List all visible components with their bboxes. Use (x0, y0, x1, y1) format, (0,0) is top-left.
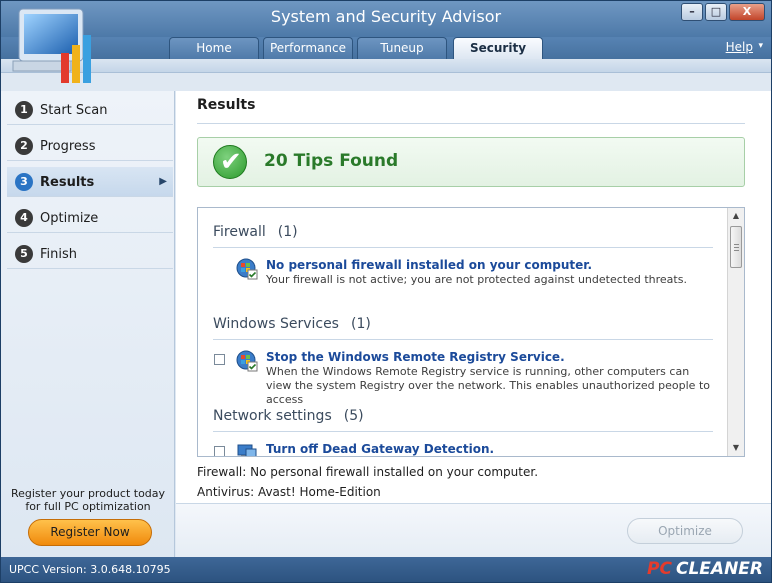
success-check-icon: ✔ (213, 145, 247, 179)
tips-list[interactable]: Firewall (1) No personal firewall install… (197, 207, 745, 457)
action-bar: Optimize (176, 503, 771, 557)
step-number-badge: 1 (15, 101, 33, 119)
app-window: System and Security Advisor – □ X Home P… (0, 0, 772, 583)
step-label: Finish (40, 247, 78, 262)
divider (213, 431, 713, 432)
tip-description: Your firewall is not active; you are not… (266, 273, 687, 286)
windows-security-icon (236, 258, 258, 280)
header-band (1, 59, 771, 73)
step-results[interactable]: 3 Results ▶ (7, 167, 173, 197)
step-label: Progress (40, 139, 96, 154)
step-label: Optimize (40, 211, 99, 226)
tab-performance[interactable]: Performance (263, 37, 353, 59)
group-header-network-settings: Network settings (5) (213, 408, 364, 424)
step-number-badge: 2 (15, 137, 33, 155)
step-start-scan[interactable]: 1 Start Scan (7, 95, 173, 125)
tip-checkbox[interactable] (214, 354, 225, 365)
step-optimize[interactable]: 4 Optimize (7, 203, 173, 233)
divider (213, 247, 713, 248)
group-count: (5) (343, 408, 364, 424)
group-title: Network settings (213, 408, 332, 424)
maximize-button[interactable]: □ (705, 3, 727, 21)
step-label: Start Scan (40, 103, 108, 118)
step-progress[interactable]: 2 Progress (7, 131, 173, 161)
page-title: Results (197, 97, 256, 113)
chevron-down-icon[interactable]: ▾ (758, 41, 763, 51)
wizard-steps-panel: 1 Start Scan 2 Progress 3 Results ▶ 4 Op… (1, 91, 175, 557)
group-title: Firewall (213, 224, 266, 240)
window-title: System and Security Advisor (270, 7, 502, 26)
step-number-badge: 4 (15, 209, 33, 227)
divider (197, 123, 745, 124)
tip-description: When the Windows Remote Registry service… (266, 365, 710, 406)
step-number-badge: 5 (15, 245, 33, 263)
step-label: Results (40, 175, 95, 190)
step-number-badge: 3 (15, 173, 33, 191)
windows-security-icon (236, 350, 258, 372)
results-panel: Results ✔ 20 Tips Found Firewall (1) No p… (176, 91, 771, 557)
antivirus-status: Antivirus: Avast! Home-Edition (197, 485, 381, 499)
network-icon (237, 444, 257, 456)
divider (213, 339, 713, 340)
group-header-firewall: Firewall (1) (213, 224, 298, 240)
register-promo-text: Register your product today for full PC … (1, 487, 175, 513)
window-controls: – □ X (681, 3, 765, 21)
tip-title[interactable]: No personal firewall installed on your c… (266, 258, 592, 272)
brand-logo: PC CLEANER (647, 559, 763, 579)
tab-tuneup[interactable]: Tuneup (357, 37, 447, 59)
firewall-status: Firewall: No personal firewall installed… (197, 465, 539, 479)
tip-checkbox[interactable] (214, 446, 225, 456)
tab-security[interactable]: Security (453, 37, 543, 59)
group-count: (1) (350, 316, 371, 332)
scroll-down-arrow-icon[interactable]: ▼ (728, 440, 744, 456)
version-text: UPCC Version: 3.0.648.10795 (9, 563, 171, 576)
tips-count: 20 Tips Found (264, 151, 399, 171)
optimize-button[interactable]: Optimize (627, 518, 743, 544)
tip-title[interactable]: Stop the Windows Remote Registry Service… (266, 350, 565, 364)
group-header-windows-services: Windows Services (1) (213, 316, 371, 332)
promo-line-2: for full PC optimization (25, 500, 151, 513)
tab-home[interactable]: Home (169, 37, 259, 59)
step-finish[interactable]: 5 Finish (7, 239, 173, 269)
tip-title[interactable]: Turn off Dead Gateway Detection. (266, 442, 494, 456)
register-now-button[interactable]: Register Now (28, 519, 152, 546)
app-logo-icon (12, 8, 91, 83)
minimize-button[interactable]: – (681, 3, 703, 21)
tab-strip: Home Performance Tuneup Security (1, 37, 771, 59)
brand-name: CLEANER (675, 559, 763, 579)
group-title: Windows Services (213, 316, 339, 332)
brand-pc: PC (647, 559, 672, 579)
group-count: (1) (277, 224, 298, 240)
scroll-thumb[interactable] (730, 226, 742, 268)
close-button[interactable]: X (729, 3, 765, 21)
help-menu[interactable]: Help (726, 40, 753, 54)
vertical-scrollbar[interactable]: ▲ ▼ (727, 208, 744, 456)
title-bar: System and Security Advisor – □ X (1, 1, 771, 37)
status-bar: UPCC Version: 3.0.648.10795 PC CLEANER (1, 557, 771, 582)
chevron-right-icon: ▶ (159, 176, 167, 187)
scroll-up-arrow-icon[interactable]: ▲ (728, 208, 744, 224)
tips-summary-box: ✔ 20 Tips Found (197, 137, 745, 187)
promo-line-1: Register your product today (10, 487, 166, 500)
